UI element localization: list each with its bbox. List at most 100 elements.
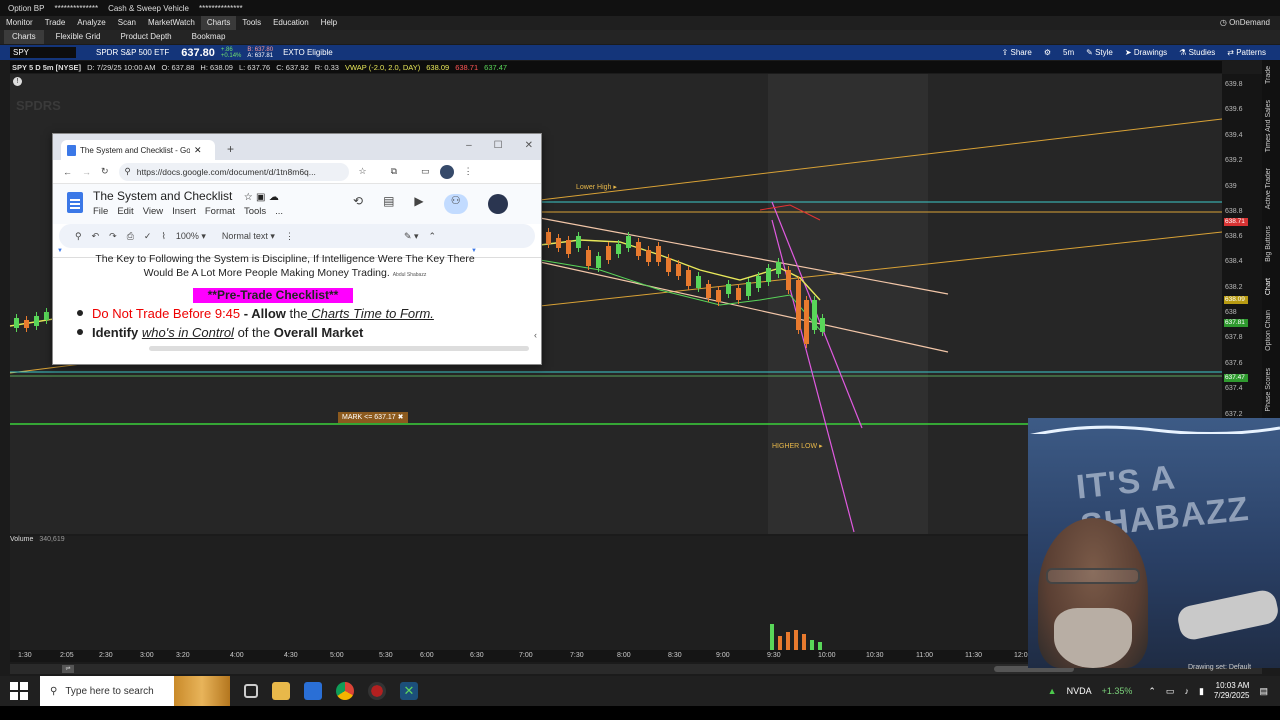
notifications-icon[interactable]: ▤ [1259, 686, 1268, 697]
close-tab-icon[interactable]: ✕ [194, 145, 202, 156]
file-explorer-icon[interactable] [272, 682, 290, 700]
string-lights [1030, 425, 1280, 434]
maximize-icon[interactable]: ☐ [494, 140, 503, 151]
price-tick: 638.8 [1225, 208, 1243, 215]
share-people-icon[interactable]: ⚇ [443, 194, 468, 214]
more-tools-icon[interactable]: ⋮ [285, 231, 294, 242]
comment-icon[interactable]: ▤ [383, 194, 394, 214]
search-icon[interactable]: ⚲ [75, 231, 82, 242]
tab-active-trader[interactable]: Active Trader [1265, 168, 1272, 209]
docs-header: The System and Checklist ☆ ▣ ☁ File Edit… [53, 184, 541, 224]
quote-line-2-wrap: Would Be A Lot More People Making Money … [75, 266, 495, 282]
item1-italic: Charts Time to Form. [307, 306, 434, 321]
time-tick: 5:00 [330, 652, 344, 659]
star-icon[interactable]: ☆ [359, 166, 367, 177]
tab-big-buttons[interactable]: Big Buttons [1265, 226, 1272, 262]
task-view-icon[interactable] [244, 684, 258, 698]
docs-menu-tools[interactable]: Tools [244, 206, 266, 217]
clock-date: 7/29/2025 [1213, 691, 1250, 700]
close-window-icon[interactable]: ✕ [525, 140, 533, 151]
redo-icon[interactable]: ↷ [109, 231, 117, 242]
print-icon[interactable]: ⎙ [127, 231, 134, 242]
extensions-icon[interactable]: ⧉ [391, 166, 397, 177]
time-tick: 4:00 [230, 652, 244, 659]
folder-icon[interactable]: ▣ [256, 192, 265, 203]
tab-times-and-sales[interactable]: Times And Sales [1265, 100, 1272, 152]
thinkorswim-icon[interactable]: ✕ [400, 682, 418, 700]
profile-avatar[interactable] [439, 164, 454, 179]
search-placeholder: Type here to search [65, 685, 154, 697]
tab-trade[interactable]: Trade [1265, 66, 1272, 84]
chevron-up-icon[interactable]: ⌃ [1148, 686, 1156, 697]
docs-menu-more[interactable]: ... [275, 206, 283, 217]
docs-menu-format[interactable]: Format [205, 206, 235, 217]
google-docs-window[interactable]: The System and Checklist - Goo ✕ + – ☐ ✕… [52, 133, 542, 365]
tab-chart[interactable]: Chart [1265, 278, 1272, 295]
volume-icon[interactable]: ♪ [1184, 686, 1189, 696]
price-tag-green: 637.47 [1224, 374, 1248, 382]
star-icon[interactable]: ☆ [244, 192, 253, 203]
clock[interactable]: 10:03 AM 7/29/2025 [1214, 681, 1250, 701]
trendline-upper [539, 118, 1223, 201]
time-tick: 7:30 [570, 652, 584, 659]
docs-toolbar: ⚲ ↶ ↷ ⎙ ✓ ⌇ 100% ▾ Normal text ▾ ⋮ ✎ ▾ ⌃ [59, 224, 535, 248]
windows-start-icon[interactable] [10, 682, 28, 700]
zoom-select[interactable]: 100% ▾ [176, 231, 206, 242]
chrome-icon[interactable] [336, 682, 354, 700]
mark-alert-badge[interactable]: MARK <= 637.17 ✖ [338, 412, 408, 423]
cast-icon[interactable]: ▭ [421, 166, 430, 177]
paint-format-icon[interactable]: ⌇ [161, 231, 165, 242]
time-tick: 7:00 [519, 652, 533, 659]
docs-logo-icon[interactable] [67, 192, 83, 213]
taskbar-search[interactable]: ⚲ Type here to search [40, 676, 230, 706]
minimize-icon[interactable]: – [466, 140, 472, 151]
indent-marker-icon[interactable]: ▼ [57, 248, 63, 254]
higher-low-label: HIGHER LOW ▸ [772, 443, 823, 450]
side-panel-toggle-icon[interactable]: ‹ [534, 330, 537, 340]
account-avatar[interactable] [487, 194, 508, 214]
price-tick: 638.6 [1225, 233, 1243, 240]
time-tick: 1:30 [18, 652, 32, 659]
app-icon[interactable] [368, 682, 386, 700]
edit-mode-icon[interactable]: ✎ ▾ [404, 231, 419, 242]
streamer-glasses [1046, 568, 1140, 584]
price-tick: 639.4 [1225, 132, 1243, 139]
time-tick: 3:20 [176, 652, 190, 659]
cloud-icon[interactable]: ☁ [269, 192, 279, 203]
battery-icon[interactable]: ▮ [1199, 686, 1204, 697]
network-icon[interactable]: ▭ [1166, 686, 1175, 697]
stock-ticker[interactable]: NVDA [1067, 686, 1092, 696]
undo-icon[interactable]: ↶ [92, 231, 100, 242]
doc-title[interactable]: The System and Checklist ☆ ▣ ☁ [93, 189, 279, 203]
browser-tab[interactable]: The System and Checklist - Goo ✕ [61, 140, 215, 160]
more-icon[interactable]: ⋮ [464, 166, 473, 177]
scroll-handle[interactable]: ⇌ [62, 665, 74, 673]
reload-icon[interactable]: ↻ [101, 166, 109, 177]
meet-icon[interactable]: ▶ [414, 194, 423, 214]
time-tick: 11:30 [965, 652, 982, 659]
forward-icon[interactable]: → [82, 167, 91, 177]
docs-menu-view[interactable]: View [143, 206, 163, 217]
close-icon[interactable]: ✖ [398, 414, 404, 421]
tab-phase-scores[interactable]: Phase Scores [1265, 368, 1272, 412]
document-body[interactable]: The Key to Following the System is Disci… [53, 253, 541, 358]
item2-italic: who's in Control [141, 325, 234, 340]
address-bar[interactable]: ⚲ https://docs.google.com/document/d/1tn… [118, 162, 349, 181]
horizontal-scrollbar[interactable] [149, 346, 529, 351]
drawing-set-label[interactable]: Drawing set: Default [1188, 664, 1251, 671]
site-info-icon[interactable]: ⚲ [125, 166, 131, 177]
new-tab-icon[interactable]: + [227, 142, 234, 156]
time-tick: 6:30 [470, 652, 484, 659]
store-icon[interactable] [304, 682, 322, 700]
docs-menu-file[interactable]: File [93, 206, 108, 217]
style-select[interactable]: Normal text ▾ [222, 231, 275, 242]
collapse-icon[interactable]: ⌃ [429, 231, 437, 242]
history-icon[interactable]: ⟲ [353, 194, 363, 214]
docs-menu-edit[interactable]: Edit [117, 206, 133, 217]
docs-menu-insert[interactable]: Insert [172, 206, 196, 217]
stock-widget-icon[interactable]: ▲ [1048, 686, 1057, 696]
quote-text: The Key to Following the System is Disci… [75, 252, 495, 282]
spellcheck-icon[interactable]: ✓ [144, 231, 152, 242]
tab-option-chain[interactable]: Option Chain [1265, 310, 1272, 351]
back-icon[interactable]: ← [63, 167, 72, 177]
